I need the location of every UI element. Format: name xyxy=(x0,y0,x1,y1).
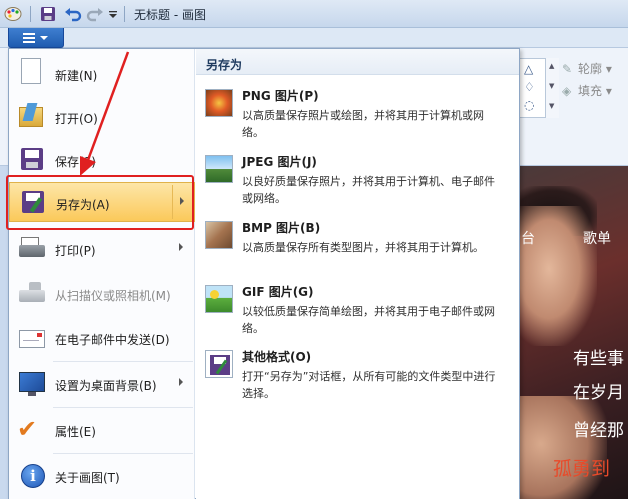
annotation-arrow xyxy=(80,51,130,176)
